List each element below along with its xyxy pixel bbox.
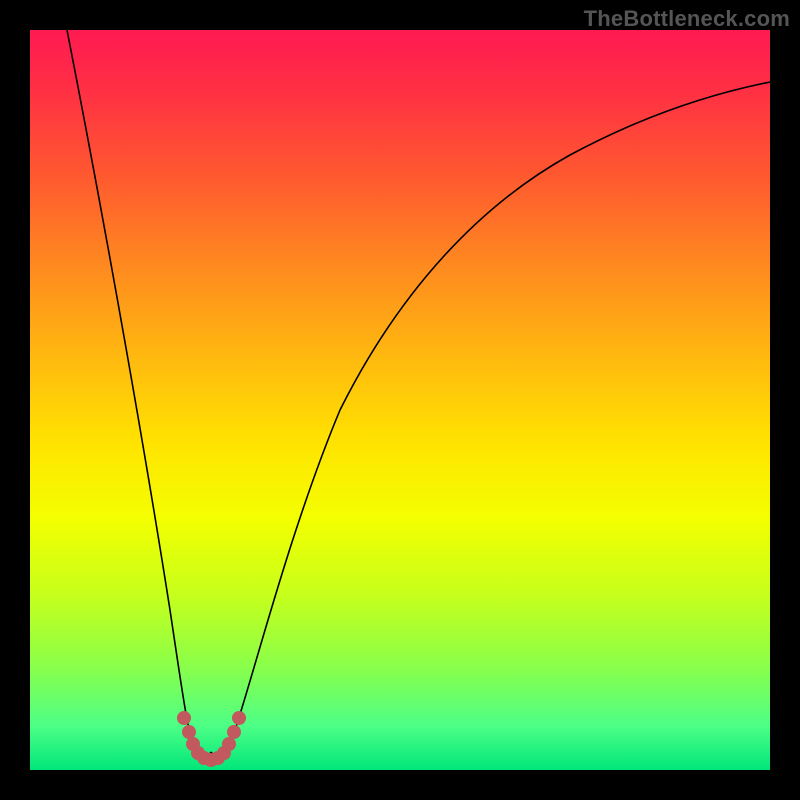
plot-area <box>30 30 770 770</box>
curve-layer <box>30 30 770 770</box>
curve-left-branch <box>67 30 211 759</box>
marker-dot <box>182 725 196 739</box>
curve-right-branch <box>211 82 770 757</box>
minimum-marker-cluster <box>177 711 246 767</box>
marker-dot <box>232 711 246 725</box>
marker-dot <box>227 725 241 739</box>
watermark-text: TheBottleneck.com <box>584 6 790 32</box>
marker-dot <box>177 711 191 725</box>
figure-container: { "watermark": "TheBottleneck.com", "cha… <box>0 0 800 800</box>
marker-dot <box>222 737 236 751</box>
